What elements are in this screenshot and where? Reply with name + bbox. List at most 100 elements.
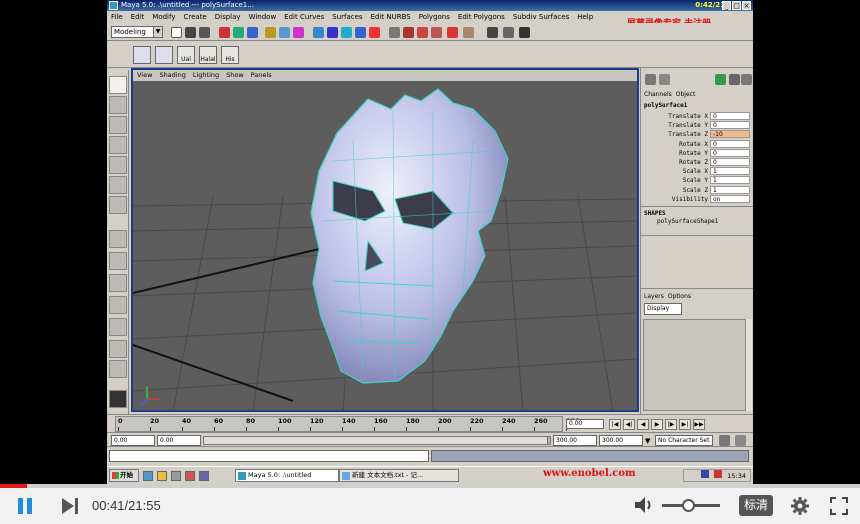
play-forward-icon[interactable]: ▶ <box>651 419 663 430</box>
channel-row[interactable]: Rotate X0 <box>641 139 753 149</box>
channel-value[interactable]: 1 <box>710 167 750 176</box>
volume-icon[interactable] <box>633 495 655 515</box>
go-to-end-icon[interactable]: ▶| <box>679 419 691 430</box>
menu-create[interactable]: Create <box>183 13 206 21</box>
range-start-field[interactable]: 0.00 <box>157 435 201 446</box>
layer-type-select[interactable]: Display <box>644 303 682 315</box>
mel-command-input[interactable] <box>109 450 429 462</box>
snap-surface-icon[interactable] <box>355 27 366 38</box>
channel-value[interactable]: -10 <box>710 130 750 139</box>
channel-value[interactable]: 0 <box>710 121 750 130</box>
channel-box-toggle-icon[interactable] <box>645 74 656 85</box>
layer-list[interactable] <box>643 319 749 411</box>
viewport-menu-panels[interactable]: Panels <box>251 71 272 79</box>
quicklaunch-folder-icon[interactable] <box>171 471 181 481</box>
layer-scrollbar[interactable] <box>745 319 752 411</box>
open-scene-icon[interactable] <box>185 27 196 38</box>
task-maya[interactable]: Maya 5.0: .\untitled <box>235 469 339 482</box>
start-time-field[interactable]: 0.00 <box>111 435 155 446</box>
character-set-select[interactable]: No Character Set <box>655 435 713 446</box>
maximize-icon[interactable]: □ <box>732 1 741 10</box>
time-ruler[interactable]: 020406080100120140160180200220240260280 <box>115 416 580 432</box>
shelf-cube-icon[interactable] <box>133 46 151 64</box>
render-icon[interactable] <box>403 27 414 38</box>
settings-icon[interactable] <box>741 74 752 85</box>
tab-layers[interactable]: Layers <box>644 293 664 300</box>
channel-row[interactable]: Scale X1 <box>641 167 753 176</box>
range-slider-thumb[interactable] <box>204 437 548 444</box>
channel-row[interactable]: Translate Y0 <box>641 121 753 130</box>
menu-display[interactable]: Display <box>215 13 241 21</box>
range-end-field[interactable]: 300.00 <box>553 435 597 446</box>
new-scene-icon[interactable] <box>171 27 182 38</box>
end-time-field[interactable]: 300.00 <box>599 435 643 446</box>
menu-surfaces[interactable]: Surfaces <box>332 13 362 21</box>
volume-slider[interactable] <box>662 499 720 512</box>
fullscreen-icon[interactable] <box>829 496 849 516</box>
tab-channels[interactable]: Channels <box>644 91 672 98</box>
menu-file[interactable]: File <box>111 13 123 21</box>
select-component-icon[interactable] <box>247 27 258 38</box>
save-scene-icon[interactable] <box>199 27 210 38</box>
step-back-icon[interactable]: ◀| <box>623 419 635 430</box>
quality-button[interactable]: 标清 <box>739 495 773 516</box>
channel-row[interactable]: Translate Z -10 <box>641 130 753 139</box>
channel-value[interactable]: 0 <box>710 112 750 120</box>
persp-graph-icon[interactable] <box>109 296 127 314</box>
manipulator-tool-icon[interactable] <box>109 176 127 194</box>
shelf-item-2[interactable]: Halal <box>199 46 217 64</box>
pause-icon[interactable] <box>17 498 33 514</box>
viewport-menu-shading[interactable]: Shading <box>159 71 185 79</box>
minimize-icon[interactable]: _ <box>722 1 731 10</box>
shelf-item-1[interactable]: Ual <box>177 46 195 64</box>
lasso-tool-icon[interactable] <box>109 96 127 114</box>
close-icon[interactable]: × <box>742 1 751 10</box>
menu-edit[interactable]: Edit <box>131 13 145 21</box>
next-key-icon[interactable]: ▶▶ <box>693 419 705 430</box>
menu-edit-nurbs[interactable]: Edit NURBS <box>371 13 411 21</box>
ipr-render-icon[interactable] <box>417 27 428 38</box>
go-to-start-icon[interactable]: |◀ <box>609 419 621 430</box>
show-channel-box-icon[interactable] <box>519 27 530 38</box>
hypershade-icon[interactable] <box>447 27 458 38</box>
perspective-viewport[interactable]: View Shading Lighting Show Panels <box>131 68 639 412</box>
animation-prefs-icon[interactable] <box>735 435 746 446</box>
channel-value[interactable]: 1 <box>710 176 750 185</box>
quicklaunch-media-icon[interactable] <box>185 471 195 481</box>
range-slider-bar[interactable] <box>203 436 551 445</box>
start-button[interactable]: 开始 <box>109 469 139 482</box>
channel-row[interactable]: Scale Z1 <box>641 185 753 195</box>
snap-grid-icon[interactable] <box>313 27 324 38</box>
viewport-menu-lighting[interactable]: Lighting <box>193 71 219 79</box>
show-attribute-editor-icon[interactable] <box>487 27 498 38</box>
current-frame-field[interactable]: 0.00 <box>566 419 604 429</box>
render-view-icon[interactable] <box>463 27 474 38</box>
task-notepad[interactable]: 新建 文本文档.txt - 记... <box>339 469 459 482</box>
snap-point-icon[interactable] <box>341 27 352 38</box>
layer-editor-toggle-icon[interactable] <box>659 74 670 85</box>
quicklaunch-ie-icon[interactable] <box>143 471 153 481</box>
auto-key-icon[interactable] <box>719 435 730 446</box>
tray-recorder-icon[interactable] <box>714 470 723 478</box>
hypershade-layout-icon[interactable] <box>109 318 127 336</box>
rotate-tool-icon[interactable] <box>109 136 127 154</box>
channel-row[interactable]: Scale Y1 <box>641 176 753 185</box>
quicklaunch-desktop-icon[interactable] <box>157 471 167 481</box>
outliner-icon[interactable] <box>715 74 726 85</box>
channel-row[interactable]: Rotate Z0 <box>641 158 753 167</box>
channel-row[interactable]: Rotate Y0 <box>641 148 753 158</box>
video-frame[interactable]: Maya 5.0: .\untitled --- polySurface1...… <box>107 0 753 484</box>
single-view-icon[interactable] <box>109 230 127 248</box>
viewport-menu-show[interactable]: Show <box>226 71 244 79</box>
four-view-icon[interactable] <box>109 252 127 270</box>
mask-curves-icon[interactable] <box>293 27 304 38</box>
shelf-item-3[interactable]: His <box>221 46 239 64</box>
select-object-icon[interactable] <box>233 27 244 38</box>
mode-select[interactable]: Modeling ▼ <box>111 26 163 38</box>
channel-value[interactable]: on <box>710 194 750 203</box>
quicklaunch-app-icon[interactable] <box>199 471 209 481</box>
channel-value[interactable]: 0 <box>710 148 750 157</box>
snap-curve-icon[interactable] <box>327 27 338 38</box>
show-tool-settings-icon[interactable] <box>503 27 514 38</box>
tray-ime-icon[interactable] <box>701 470 710 478</box>
